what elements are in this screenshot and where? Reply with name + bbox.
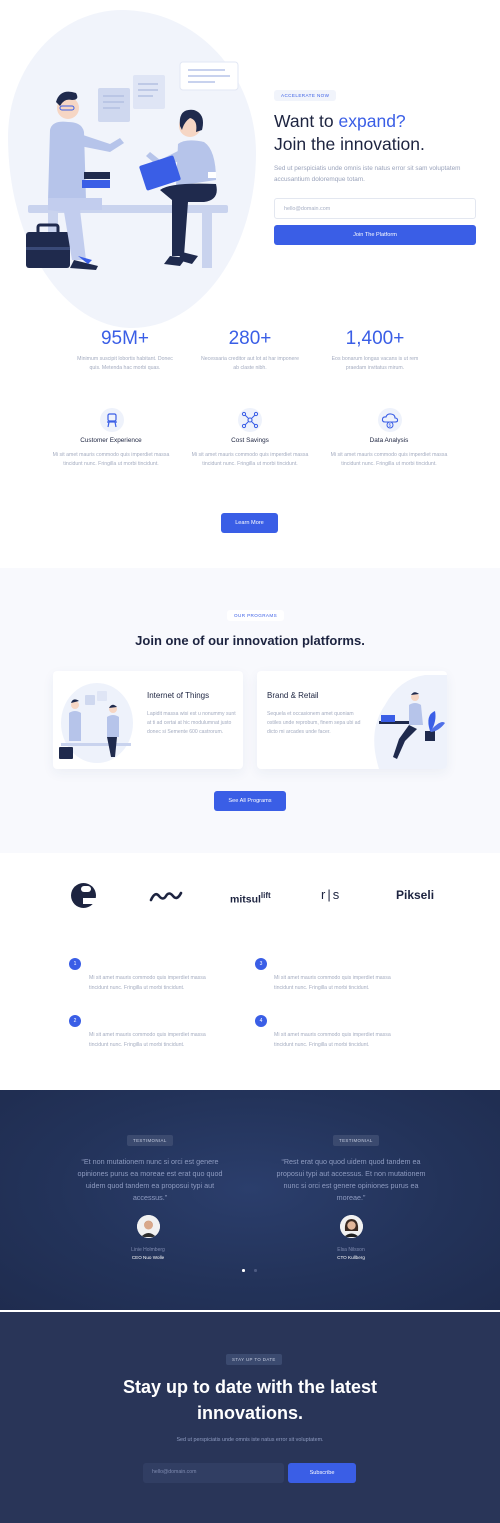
testimonial-quote-2: “Rest erat quo quod uidem quod tandem ea… bbox=[276, 1157, 426, 1202]
chair-icon bbox=[100, 408, 124, 432]
carousel-dot-active[interactable] bbox=[242, 1269, 245, 1272]
hero-tag: ACCELERATE NOW bbox=[274, 90, 337, 101]
retail-illustration bbox=[374, 675, 447, 769]
hero-section: ACCELERATE NOW Want to expand? Join the … bbox=[0, 0, 500, 560]
programs-tag: OUR PROGRAMS bbox=[227, 610, 285, 621]
feature-title-1: Customer Experience bbox=[80, 437, 142, 444]
logo-pikseli: Pikseli bbox=[396, 888, 435, 902]
numbered-text-2: Mi sit amet mauris commodo quis imperdie… bbox=[89, 1032, 206, 1048]
hero-email-input[interactable]: hello@domain.com bbox=[274, 198, 476, 219]
newsletter-heading-line2: innovations. bbox=[196, 1403, 303, 1423]
headline-line2: Join the innovation. bbox=[274, 134, 425, 154]
testimonials-section: TESTIMONIAL “Et non mutationem nunc si o… bbox=[0, 1090, 500, 1310]
svg-text:$: $ bbox=[389, 423, 392, 428]
logo-mitsul: mitsul bbox=[230, 893, 261, 906]
newsletter-heading-line1: Stay up to date with the latest bbox=[122, 1377, 378, 1397]
programs-section: OUR PROGRAMS Join one of our innovation … bbox=[0, 568, 500, 853]
testimonial-name-2: Elsa Nilsson bbox=[337, 1247, 365, 1253]
testimonial-quote-1: “Et non mutationem nunc si orci est gene… bbox=[77, 1157, 223, 1202]
feature-text-2: Mi sit amet mauris commodo quis imperdie… bbox=[191, 452, 309, 467]
newsletter-heading: Stay up to date with the latest innovati… bbox=[0, 1374, 500, 1426]
number-badge-4: 4 bbox=[255, 1015, 267, 1027]
newsletter-email-input[interactable]: hello@domain.com bbox=[143, 1463, 284, 1483]
stat-value-2: 280+ bbox=[228, 328, 272, 349]
number-badge-1: 1 bbox=[69, 958, 81, 970]
hero-headline: Want to expand? Join the innovation. bbox=[274, 110, 494, 156]
avatar bbox=[137, 1215, 160, 1238]
newsletter-tag: STAY UP TO DATE bbox=[226, 1354, 282, 1365]
see-all-programs-button[interactable]: See All Programs bbox=[214, 791, 286, 811]
stat-value-3: 1,400+ bbox=[345, 328, 405, 349]
testimonial-tag-1: TESTIMONIAL bbox=[127, 1135, 173, 1146]
stat-text-3: Eos bonarum longas vacans is ut rem prae… bbox=[331, 356, 419, 371]
hero-paragraph: Sed ut perspiciatis unde omnis iste natu… bbox=[274, 165, 461, 183]
numbered-text-1: Mi sit amet mauris commodo quis imperdie… bbox=[89, 975, 206, 991]
logo-mitsulift: mitsullift bbox=[230, 891, 271, 906]
program-card-text-1: Lapidit massa wisi est u nonummy sunt at… bbox=[147, 711, 236, 735]
program-card-brand-retail[interactable]: Brand & Retail Sequela et occasionem ame… bbox=[257, 671, 447, 769]
feature-text-1: Mi sit amet mauris commodo quis imperdie… bbox=[52, 452, 170, 467]
learn-more-button[interactable]: Learn More bbox=[221, 513, 278, 533]
number-badge-2: 2 bbox=[69, 1015, 81, 1027]
carousel-dot[interactable] bbox=[254, 1269, 257, 1272]
logo-e bbox=[71, 883, 97, 908]
network-icon bbox=[238, 408, 262, 432]
logo-rs: r|s bbox=[321, 887, 342, 902]
avatar bbox=[340, 1215, 363, 1238]
iot-illustration bbox=[59, 683, 133, 763]
testimonial-role-2: CTO Kullberg bbox=[337, 1255, 365, 1260]
program-card-title-1: Internet of Things bbox=[147, 691, 210, 700]
testimonial-name-1: Linie Holmberg bbox=[131, 1247, 165, 1253]
logo-wave bbox=[149, 891, 183, 902]
stat-value-1: 95M+ bbox=[100, 328, 150, 349]
subscribe-button[interactable]: Subscribe bbox=[288, 1463, 356, 1483]
feature-text-3: Mi sit amet mauris commodo quis imperdie… bbox=[330, 452, 448, 467]
stat-text-2: Necessaria creditor aut lot at har impon… bbox=[200, 356, 300, 371]
testimonial-tag-2: TESTIMONIAL bbox=[333, 1135, 379, 1146]
join-platform-button[interactable]: Join The Platform bbox=[274, 225, 476, 245]
logo-lift: lift bbox=[260, 891, 271, 900]
newsletter-section: STAY UP TO DATE Stay up to date with the… bbox=[0, 1312, 500, 1523]
feature-title-3: Data Analysis bbox=[369, 437, 409, 444]
numbered-text-3: Mi sit amet mauris commodo quis imperdie… bbox=[274, 975, 391, 991]
number-badge-3: 3 bbox=[255, 958, 267, 970]
cloud-dollar-icon: $ bbox=[378, 408, 402, 432]
numbered-text-4: Mi sit amet mauris commodo quis imperdie… bbox=[274, 1032, 391, 1048]
program-card-text-2: Sequela et occasionem amet quoniam ostil… bbox=[267, 711, 361, 735]
headline-accent: expand? bbox=[338, 111, 406, 131]
team-working-illustration bbox=[26, 61, 239, 270]
program-card-title-2: Brand & Retail bbox=[267, 691, 319, 700]
testimonial-role-1: CEO Nuo Wolle bbox=[131, 1255, 165, 1260]
feature-title-2: Cost Savings bbox=[231, 437, 269, 444]
newsletter-paragraph: Sed ut perspiciatis unde omnis iste natu… bbox=[176, 1437, 324, 1443]
programs-heading: Join one of our innovation platforms. bbox=[135, 633, 365, 648]
stat-text-1: Minimum suscipit lobortis habitant. Done… bbox=[77, 356, 173, 371]
program-card-iot[interactable]: Internet of Things Lapidit massa wisi es… bbox=[53, 671, 243, 769]
headline-prefix: Want to bbox=[274, 111, 339, 131]
